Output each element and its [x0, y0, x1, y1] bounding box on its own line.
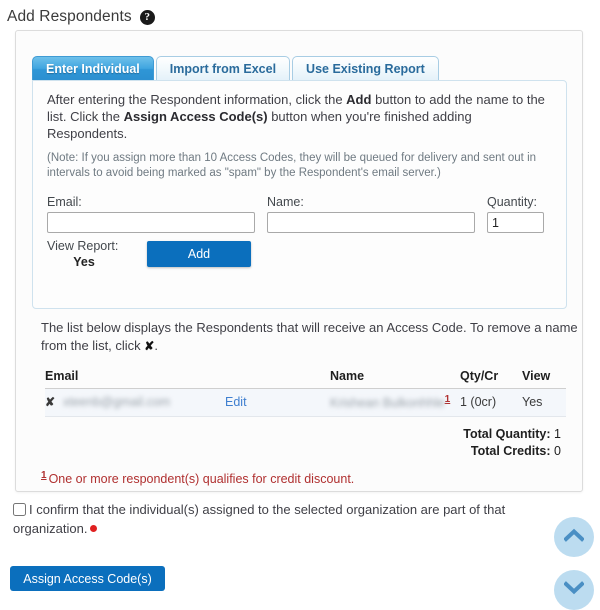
- tab-strip: Enter Individual Import from Excel Use E…: [32, 55, 570, 81]
- footnote-marker: 1: [41, 470, 47, 482]
- panel-instructions: After entering the Respondent informatio…: [47, 91, 552, 142]
- tab-panel-enter-individual: After entering the Respondent informatio…: [32, 80, 567, 309]
- remove-x-icon: ✘: [144, 339, 155, 353]
- view-report-label: View Report:: [47, 239, 119, 253]
- column-header-view: View: [522, 369, 566, 389]
- totals-block: Total Quantity: 1 Total Credits: 0: [45, 426, 566, 460]
- chevron-up-icon: [564, 528, 584, 542]
- add-respondents-card: Enter Individual Import from Excel Use E…: [15, 30, 583, 492]
- cell-qty: 1 (0cr): [460, 388, 522, 418]
- scroll-to-top-button[interactable]: [554, 517, 594, 557]
- assign-access-codes-button[interactable]: Assign Access Code(s): [10, 566, 165, 591]
- quantity-input[interactable]: [487, 212, 544, 233]
- name-label: Name:: [267, 195, 304, 209]
- email-field-group: Email:: [47, 195, 255, 233]
- cell-edit: Edit: [225, 388, 330, 418]
- add-button[interactable]: Add: [147, 241, 251, 267]
- view-report-group: View Report: Yes: [47, 238, 147, 269]
- page-header: Add Respondents ?: [0, 0, 600, 29]
- table-row: ✘ xteenb@gmail.com Edit Krishean Bulkonh…: [45, 388, 566, 418]
- tab-enter-individual[interactable]: Enter Individual: [32, 56, 154, 81]
- email-value-redacted: xteenb@gmail.com: [63, 395, 171, 410]
- column-header-qty: Qty/Cr: [460, 369, 522, 389]
- total-quantity-value: 1: [554, 427, 561, 442]
- list-instructions-text: The list below displays the Respondents …: [41, 320, 578, 353]
- instructions-part-1: After entering the Respondent informatio…: [47, 92, 347, 107]
- view-report-row: View Report: Yes Add: [47, 238, 552, 269]
- confirm-organization-label: I confirm that the individual(s) assigne…: [13, 502, 506, 536]
- quantity-field-group: Quantity:: [487, 195, 544, 233]
- list-instructions-period: .: [154, 338, 158, 353]
- table-header-row: Email Name Qty/Cr View: [45, 369, 566, 389]
- cell-view: Yes: [522, 388, 566, 418]
- confirmation-block: I confirm that the individual(s) assigne…: [13, 500, 545, 538]
- panel-note: (Note: If you assign more than 10 Access…: [47, 152, 537, 179]
- instructions-add-emphasis: Add: [346, 92, 372, 107]
- view-report-value: Yes: [73, 255, 95, 269]
- cell-email: xteenb@gmail.com: [63, 388, 225, 418]
- confirm-organization-checkbox[interactable]: [13, 503, 26, 516]
- email-input[interactable]: [47, 212, 255, 233]
- total-quantity-row: Total Quantity: 1: [45, 426, 566, 443]
- total-credits-row: Total Credits: 0: [45, 443, 566, 460]
- tab-use-existing-report[interactable]: Use Existing Report: [292, 56, 439, 81]
- remove-row-button[interactable]: ✘: [45, 388, 63, 418]
- edit-link[interactable]: Edit: [225, 395, 247, 409]
- respondents-table: Email Name Qty/Cr View ✘ xteenb@gmail.co…: [45, 369, 566, 418]
- table-head: Email Name Qty/Cr View: [45, 369, 566, 389]
- question-mark-icon[interactable]: ?: [139, 9, 155, 25]
- total-credits-value: 0: [554, 444, 561, 459]
- name-field-group: Name:: [267, 195, 475, 233]
- credit-discount-footnote: 1 One or more respondent(s) qualifies for…: [41, 470, 579, 486]
- quantity-label: Quantity:: [487, 195, 538, 209]
- page-title: Add Respondents: [7, 8, 132, 25]
- list-instructions: The list below displays the Respondents …: [41, 319, 579, 355]
- total-credits-label: Total Credits:: [470, 444, 551, 459]
- scroll-to-bottom-button[interactable]: [554, 570, 594, 610]
- tab-import-from-excel[interactable]: Import from Excel: [155, 56, 291, 81]
- instructions-assign-emphasis: Assign Access Code(s): [123, 109, 268, 124]
- chevron-down-icon: [564, 581, 584, 595]
- name-value-redacted: Krishean Bulkonhhle: [330, 396, 445, 411]
- cell-name: Krishean Bulkonhhle1: [330, 388, 460, 418]
- name-input[interactable]: [267, 212, 475, 233]
- email-label: Email:: [47, 195, 82, 209]
- column-header-name: Name: [330, 369, 460, 389]
- total-quantity-label: Total Quantity:: [463, 427, 551, 442]
- respondent-form-row: Email: Name: Quantity:: [47, 195, 552, 233]
- column-header-email: Email: [45, 369, 330, 389]
- table-body: ✘ xteenb@gmail.com Edit Krishean Bulkonh…: [45, 388, 566, 418]
- respondent-list-section: The list below displays the Respondents …: [41, 319, 579, 486]
- required-indicator-dot: [90, 525, 98, 532]
- credit-discount-footnote-marker: 1: [444, 394, 451, 405]
- footnote-text: One or more respondent(s) qualifies for …: [48, 472, 355, 487]
